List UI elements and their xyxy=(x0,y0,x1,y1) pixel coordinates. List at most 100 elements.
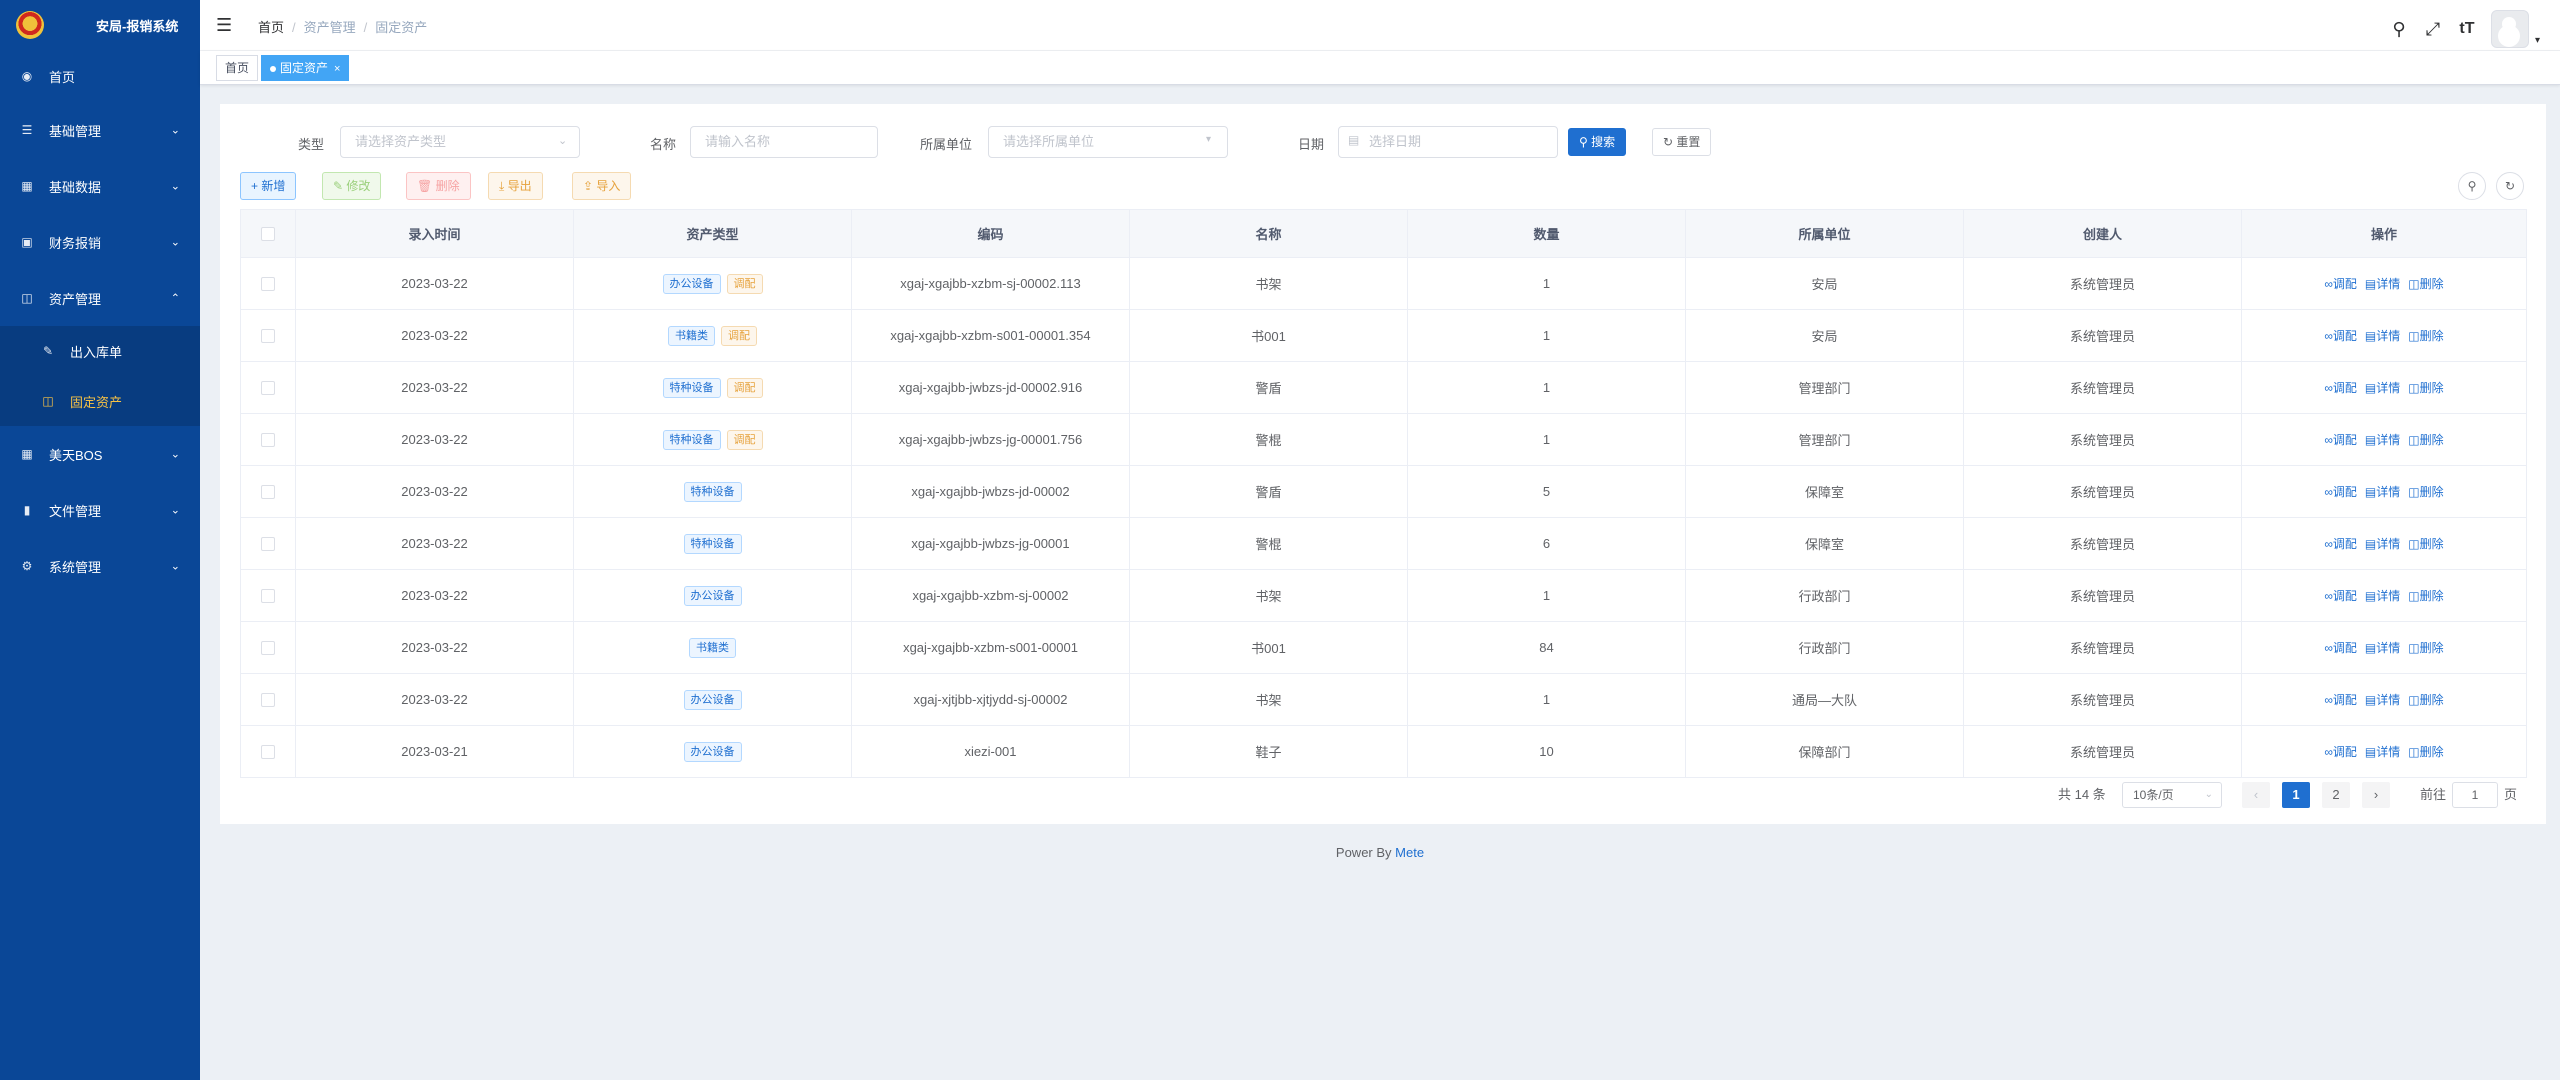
delete-link[interactable]: ◫删除 xyxy=(2408,381,2443,395)
details-link[interactable]: ▤详情 xyxy=(2365,485,2400,499)
allocate-link[interactable]: ∞调配 xyxy=(2324,381,2357,395)
sidebar-item-files[interactable]: ▮ 文件管理 ⌄ xyxy=(0,482,200,538)
trash-icon: ◫ xyxy=(2408,745,2420,759)
sidebar-item-finance[interactable]: ▣ 财务报销 ⌄ xyxy=(0,214,200,270)
row-checkbox[interactable] xyxy=(261,433,275,448)
actions-cell: ∞调配 ▤详情 ◫删除 xyxy=(2241,517,2527,570)
delete-link[interactable]: ◫删除 xyxy=(2408,641,2443,655)
date-picker[interactable]: 选择日期 xyxy=(1338,126,1558,158)
avatar[interactable] xyxy=(2490,10,2529,48)
details-link[interactable]: ▤详情 xyxy=(2365,277,2400,291)
sidebar-item-basic-management[interactable]: ☰ 基础管理 ⌄ xyxy=(0,102,200,158)
page-size-select[interactable]: 10条/页 ⌄ xyxy=(2122,782,2222,808)
tag-home[interactable]: 首页 xyxy=(216,55,259,81)
delete-link[interactable]: ◫删除 xyxy=(2408,745,2443,759)
page-button[interactable]: 2 xyxy=(2322,782,2350,808)
row-checkbox[interactable] xyxy=(261,329,275,344)
allocate-link[interactable]: ∞调配 xyxy=(2324,433,2357,447)
sidebar-item-asset-management[interactable]: ◫ 资产管理 ⌃ xyxy=(0,270,200,326)
type-select[interactable]: 请选择资产类型 xyxy=(340,126,580,158)
delete-link[interactable]: ◫删除 xyxy=(2408,537,2443,551)
row-checkbox[interactable] xyxy=(261,693,275,708)
delete-button-label: 删除 xyxy=(435,179,460,193)
unit-select[interactable]: 请选择所属单位 xyxy=(988,126,1228,158)
reset-button[interactable]: ↻ 重置 xyxy=(1652,128,1712,156)
top-header: ☰ 首页 / 资产管理 / 固定资产 ⚲ ⤢ tT ▾ xyxy=(200,0,2560,51)
close-icon[interactable]: × xyxy=(334,63,340,75)
sidebar-item-system[interactable]: ⚙ 系统管理 ⌄ xyxy=(0,538,200,594)
details-link[interactable]: ▤详情 xyxy=(2365,433,2400,447)
add-button[interactable]: + 新增 xyxy=(240,172,297,200)
breadcrumb-home[interactable]: 首页 xyxy=(258,20,284,35)
code-cell: xgaj-xgajbb-jwbzs-jg-00001.756 xyxy=(851,413,1130,466)
breadcrumb-asset-management[interactable]: 资产管理 xyxy=(304,20,356,35)
sidebar-item-fixed-assets[interactable]: ◫ 固定资产 xyxy=(0,376,200,426)
row-checkbox[interactable] xyxy=(261,745,275,760)
allocate-link[interactable]: ∞调配 xyxy=(2324,745,2357,759)
refresh-button[interactable]: ↻ xyxy=(2496,172,2524,200)
name-label: 名称 xyxy=(650,137,677,152)
name-cell: 书架 xyxy=(1129,257,1408,310)
refresh-icon: ↻ xyxy=(1663,135,1674,149)
allocate-link[interactable]: ∞调配 xyxy=(2324,641,2357,655)
caret-down-icon[interactable]: ▾ xyxy=(2535,35,2540,46)
trash-icon: ◫ xyxy=(2408,537,2420,551)
asset-type-badge: 书籍类 xyxy=(668,325,715,346)
details-link[interactable]: ▤详情 xyxy=(2365,745,2400,759)
details-link[interactable]: ▤详情 xyxy=(2365,589,2400,603)
sidebar-item-basic-data[interactable]: ▦ 基础数据 ⌄ xyxy=(0,158,200,214)
goto-page-input[interactable]: 1 xyxy=(2452,782,2498,808)
details-link[interactable]: ▤详情 xyxy=(2365,693,2400,707)
row-checkbox[interactable] xyxy=(261,485,275,500)
select-all-checkbox[interactable] xyxy=(261,227,275,242)
asset-submenu: ✎ 出入库单 ◫ 固定资产 xyxy=(0,326,200,426)
sidebar-item-bos[interactable]: ▦ 美天BOS ⌄ xyxy=(0,426,200,482)
chevron-down-icon: ⌄ xyxy=(170,124,180,137)
delete-link[interactable]: ◫删除 xyxy=(2408,589,2443,603)
row-checkbox[interactable] xyxy=(261,381,275,396)
hamburger-icon[interactable]: ☰ xyxy=(216,15,232,36)
tag-fixed-assets[interactable]: 固定资产 × xyxy=(261,55,350,81)
delete-link[interactable]: ◫删除 xyxy=(2408,485,2443,499)
delete-button[interactable]: 🗑 删除 xyxy=(406,172,471,200)
prev-page-button[interactable]: ‹ xyxy=(2242,782,2270,808)
font-size-icon[interactable]: tT xyxy=(2457,20,2477,38)
delete-link[interactable]: ◫删除 xyxy=(2408,693,2443,707)
allocate-link[interactable]: ∞调配 xyxy=(2324,485,2357,499)
page-button[interactable]: 1 xyxy=(2282,782,2310,808)
details-link[interactable]: ▤详情 xyxy=(2365,329,2400,343)
date-cell: 2023-03-22 xyxy=(295,517,574,570)
delete-link[interactable]: ◫删除 xyxy=(2408,277,2443,291)
allocate-link[interactable]: ∞调配 xyxy=(2324,277,2357,291)
next-page-button[interactable]: › xyxy=(2362,782,2390,808)
edit-button[interactable]: ✎ 修改 xyxy=(322,172,382,200)
link-icon: ∞ xyxy=(2324,329,2333,343)
allocate-link[interactable]: ∞调配 xyxy=(2324,693,2357,707)
details-link[interactable]: ▤详情 xyxy=(2365,537,2400,551)
import-button[interactable]: ⇪ 导入 xyxy=(572,172,632,200)
allocate-link[interactable]: ∞调配 xyxy=(2324,537,2357,551)
details-link[interactable]: ▤详情 xyxy=(2365,641,2400,655)
search-icon[interactable]: ⚲ xyxy=(2389,19,2409,40)
row-checkbox[interactable] xyxy=(261,537,275,552)
asset-type-badge: 书籍类 xyxy=(689,637,736,658)
sidebar-item-home[interactable]: ◉ 首页 xyxy=(0,50,200,102)
footer-link[interactable]: Mete xyxy=(1395,845,1424,860)
delete-link[interactable]: ◫删除 xyxy=(2408,433,2443,447)
details-link[interactable]: ▤详情 xyxy=(2365,381,2400,395)
row-checkbox[interactable] xyxy=(261,589,275,604)
export-button[interactable]: ⤓ 导出 xyxy=(488,172,543,200)
delete-link[interactable]: ◫删除 xyxy=(2408,329,2443,343)
row-checkbox[interactable] xyxy=(261,277,275,292)
fullscreen-icon[interactable]: ⤢ xyxy=(2423,19,2443,40)
allocate-link[interactable]: ∞调配 xyxy=(2324,329,2357,343)
details-label: 详情 xyxy=(2376,381,2401,395)
link-icon: ∞ xyxy=(2324,693,2333,707)
sidebar-item-stock-orders[interactable]: ✎ 出入库单 xyxy=(0,326,200,376)
search-button[interactable]: ⚲ 搜索 xyxy=(1568,128,1627,156)
row-checkbox[interactable] xyxy=(261,641,275,656)
allocate-link[interactable]: ∞调配 xyxy=(2324,589,2357,603)
name-input[interactable]: 请输入名称 xyxy=(690,126,878,158)
name-cell: 警棍 xyxy=(1129,413,1408,466)
toggle-search-button[interactable]: ⚲ xyxy=(2458,172,2486,200)
